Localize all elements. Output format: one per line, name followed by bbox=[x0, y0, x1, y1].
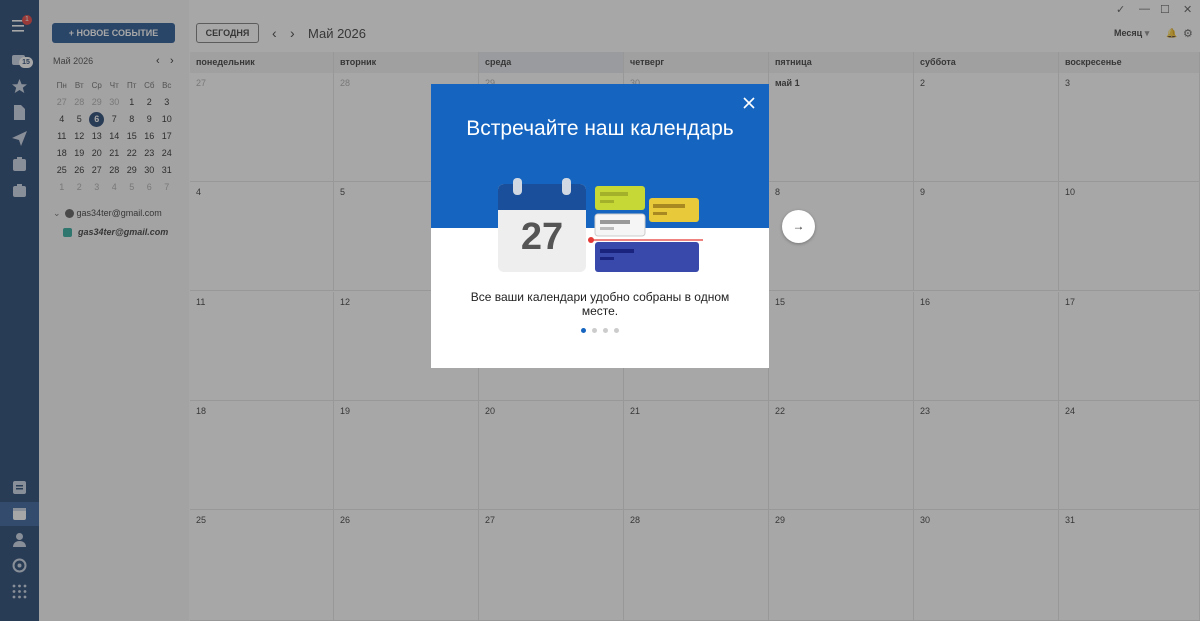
pager-dots bbox=[581, 328, 619, 333]
pager-dot[interactable] bbox=[614, 328, 619, 333]
pager-dot[interactable] bbox=[592, 328, 597, 333]
pager-dot[interactable] bbox=[603, 328, 608, 333]
arrow-right-icon: → bbox=[792, 219, 805, 233]
calendar-illustration: 27 bbox=[498, 178, 703, 272]
welcome-dialog: Встречайте наш календарь 27 Все ваши кал… bbox=[431, 84, 769, 368]
close-icon[interactable] bbox=[742, 96, 756, 110]
pager-dot[interactable] bbox=[581, 328, 586, 333]
dialog-description: Все ваши календари удобно собраны в одно… bbox=[470, 290, 730, 318]
dialog-title: Встречайте наш календарь bbox=[466, 117, 734, 140]
next-slide-button[interactable]: → bbox=[782, 210, 815, 243]
illustration-day: 27 bbox=[521, 216, 563, 258]
